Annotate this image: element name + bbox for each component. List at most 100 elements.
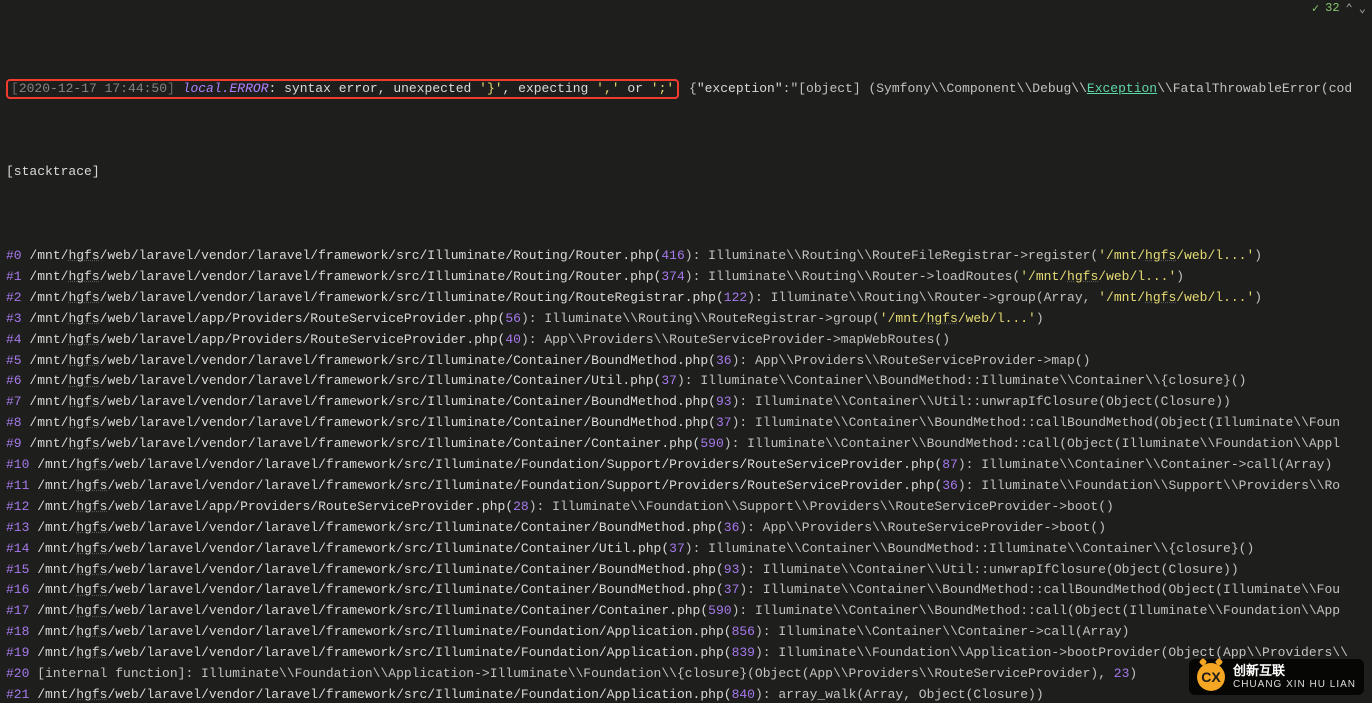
stackframe: #19 /mnt/hgfs/web/laravel/vendor/laravel… [6,643,1372,664]
log-viewport[interactable]: [2020-12-17 17:44:50] local.ERROR: synta… [0,14,1372,703]
frame-line-number: 36 [942,478,958,493]
frame-number: 23 [1114,666,1130,681]
ts-open: [ [11,81,19,96]
frame-call: ): Illuminate\\Container\\Util::unwrapIf… [732,394,1231,409]
frame-path-pre: /mnt/ [37,478,76,493]
stackframe: #4 /mnt/hgfs/web/laravel/app/Providers/R… [6,330,1372,351]
stacktrace-label: [stacktrace] [6,162,1372,183]
frame-path: /web/laravel/vendor/laravel/framework/sr… [100,269,662,284]
frame-path-pre: /mnt/ [37,687,76,702]
frame-path-mount: hgfs [76,541,107,556]
frame-path-mount: hgfs [68,269,99,284]
frame-call: ): App\\Providers\\RouteServiceProvider-… [739,520,1106,535]
frame-index: #17 [6,603,29,618]
stackframe: #13 /mnt/hgfs/web/laravel/vendor/laravel… [6,518,1372,539]
exception-key: "exception" [697,81,783,96]
frame-path-pre: /mnt/ [37,624,76,639]
frame-path-pre: /mnt/ [37,457,76,472]
stackframe: #20 [internal function]: Illuminate\\Fou… [6,664,1372,685]
frame-path-pre: /mnt/ [37,603,76,618]
frame-line-number: 590 [700,436,723,451]
frame-index: #7 [6,394,22,409]
frame-call: ): Illuminate\\Container\\BoundMethod::c… [739,582,1340,597]
frame-line-number: 839 [732,645,755,660]
frame-path: /web/laravel/vendor/laravel/framework/sr… [107,478,942,493]
exception-suffix: \\FatalThrowableError(cod [1157,81,1352,96]
stackframe: #12 /mnt/hgfs/web/laravel/app/Providers/… [6,497,1372,518]
frame-path: /web/laravel/vendor/laravel/framework/sr… [100,415,716,430]
frame-line-number: 28 [513,499,529,514]
stackframe: #0 /mnt/hgfs/web/laravel/vendor/laravel/… [6,246,1372,267]
frame-path-pre: /mnt/ [29,290,68,305]
frame-path-mount: hgfs [68,436,99,451]
frame-path-mount: hgfs [68,353,99,368]
stackframe: #10 /mnt/hgfs/web/laravel/vendor/laravel… [6,455,1372,476]
frame-line-number: 93 [716,394,732,409]
frame-line-number: 37 [724,582,740,597]
frame-index: #20 [6,666,29,681]
frame-path-pre: /mnt/ [29,394,68,409]
frame-index: #13 [6,520,29,535]
frame-path: /web/laravel/vendor/laravel/framework/sr… [100,394,716,409]
frame-index: #2 [6,290,22,305]
frame-path-pre: /mnt/ [37,582,76,597]
frame-index: #3 [6,311,22,326]
frame-call: ): App\\Providers\\RouteServiceProvider-… [732,353,1091,368]
log-level: ERROR [229,81,268,96]
frame-path-mount: hgfs [76,457,107,472]
frame-path-pre: /mnt/ [29,248,68,263]
frame-index: #16 [6,582,29,597]
exception-prefix: :"[object] (Symfony\\Component\\Debug\\ [783,81,1087,96]
frame-line-number: 40 [505,332,521,347]
frame-line-number: 374 [661,269,684,284]
stackframe: #11 /mnt/hgfs/web/laravel/vendor/laravel… [6,476,1372,497]
status-count: 32 [1325,1,1339,15]
frame-path: /web/laravel/vendor/laravel/framework/sr… [107,541,669,556]
frame-index: #14 [6,541,29,556]
frame-index: #19 [6,645,29,660]
watermark-title: 创新互联 [1233,664,1356,678]
frame-path-mount: hgfs [76,624,107,639]
frame-path-pre: /mnt/ [29,436,68,451]
frame-line-number: 36 [724,520,740,535]
frame-index: #15 [6,562,29,577]
frame-path: /web/laravel/vendor/laravel/framework/sr… [107,520,723,535]
frame-tail: ) [1254,248,1262,263]
stackframe: #6 /mnt/hgfs/web/laravel/vendor/laravel/… [6,371,1372,392]
frame-path: /web/laravel/app/Providers/RouteServiceP… [107,499,513,514]
stackframe: #1 /mnt/hgfs/web/laravel/vendor/laravel/… [6,267,1372,288]
log-quote-2: ',' [596,81,619,96]
frame-path-mount: hgfs [68,311,99,326]
frame-path-mount: hgfs [68,290,99,305]
frame-line-number: 856 [732,624,755,639]
frame-path-pre: /mnt/ [37,645,76,660]
frame-line-number: 37 [716,415,732,430]
frame-call: ): Illuminate\\Foundation\\Application->… [755,645,1348,660]
stackframe: #18 /mnt/hgfs/web/laravel/vendor/laravel… [6,622,1372,643]
frame-index: #1 [6,269,22,284]
log-quote-3: ';' [651,81,674,96]
frame-call: ): Illuminate\\Foundation\\Support\\Prov… [958,478,1340,493]
frame-index: #4 [6,332,22,347]
watermark: CX 创新互联 CHUANG XIN HU LIAN [1189,659,1364,695]
frame-index: #5 [6,353,22,368]
watermark-subtitle: CHUANG XIN HU LIAN [1233,679,1356,690]
frame-path-mount: hgfs [76,603,107,618]
frame-path-mount: hgfs [68,248,99,263]
frame-line-number: 87 [942,457,958,472]
frame-call: ): Illuminate\\Routing\\RouteRegistrar->… [521,311,880,326]
frame-path-mount: hgfs [76,499,107,514]
frame-path-mount: hgfs [68,373,99,388]
frame-path-pre: /mnt/ [37,541,76,556]
frame-tail: ) [1036,311,1044,326]
stackframe: #17 /mnt/hgfs/web/laravel/vendor/laravel… [6,601,1372,622]
stackframe: #5 /mnt/hgfs/web/laravel/vendor/laravel/… [6,351,1372,372]
log-header-line: [2020-12-17 17:44:50] local.ERROR: synta… [6,79,1372,100]
frame-call: ): Illuminate\\Container\\BoundMethod::c… [732,415,1341,430]
log-msg-mid: , expecting [503,81,597,96]
frame-path: /web/laravel/vendor/laravel/framework/sr… [100,248,662,263]
frame-index: #11 [6,478,29,493]
frame-line-number: 93 [724,562,740,577]
frame-call: ): Illuminate\\Routing\\Router->group(Ar… [747,290,1098,305]
frame-path-mount: hgfs [76,645,107,660]
